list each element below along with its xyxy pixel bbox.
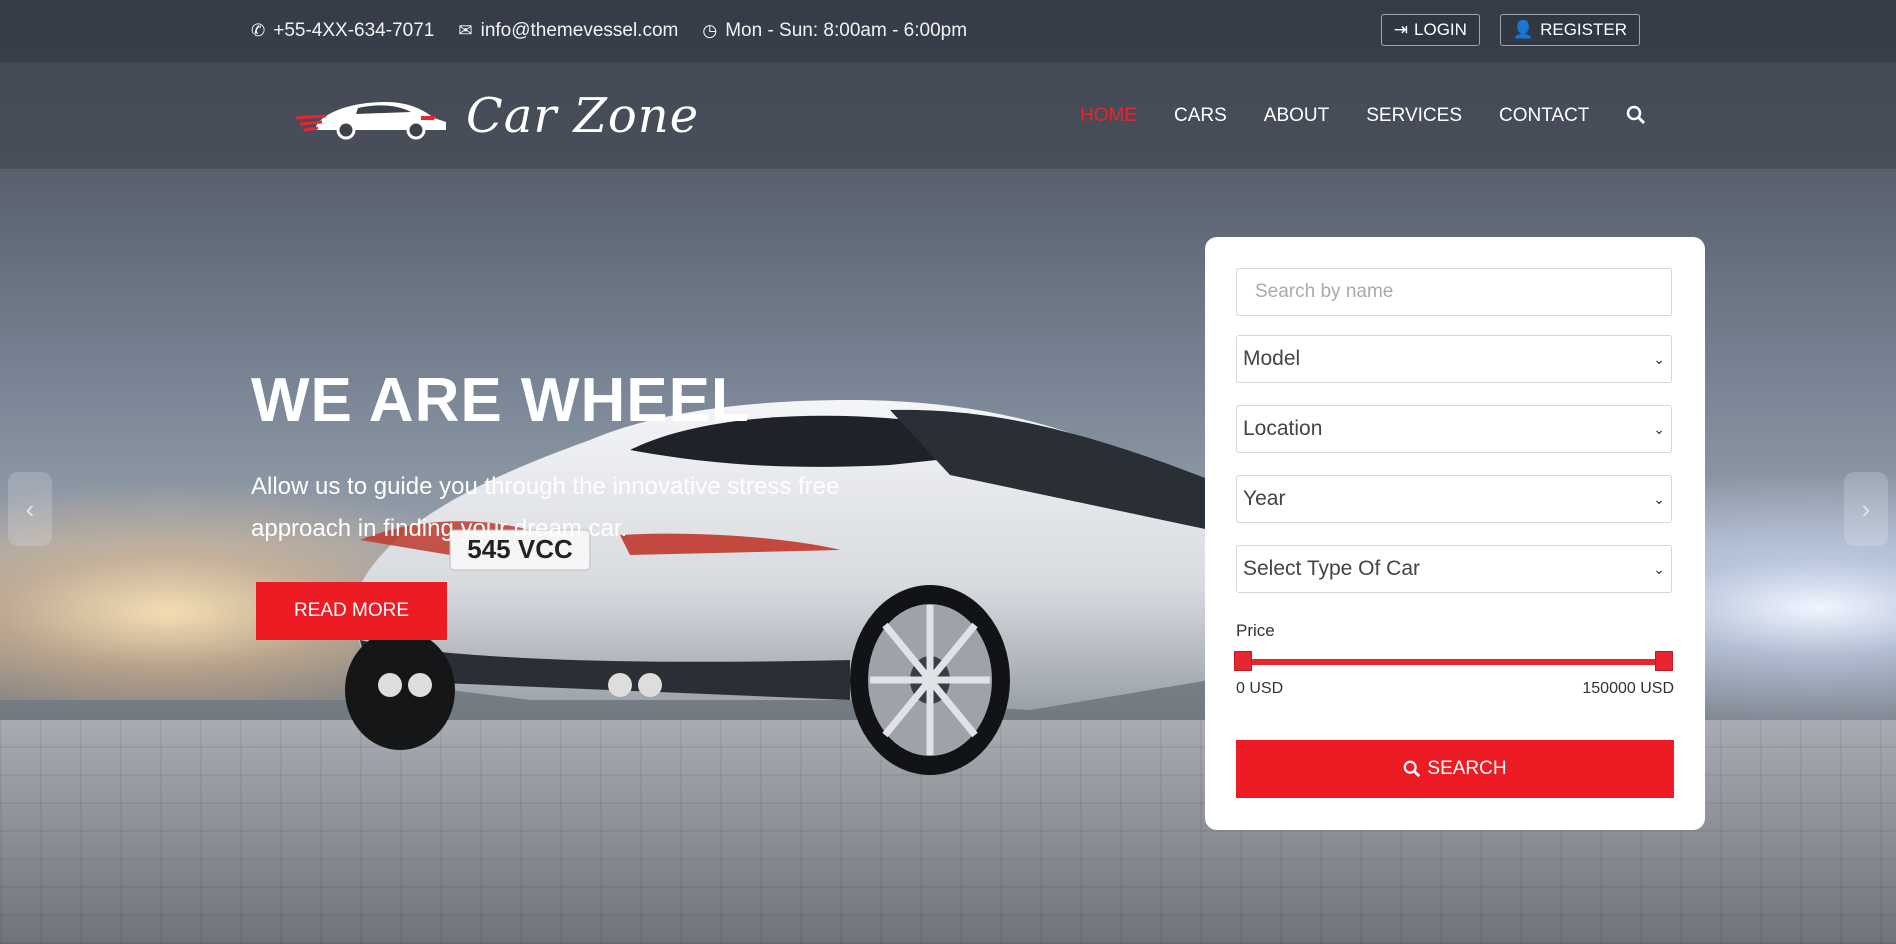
carousel-next-button[interactable]: › bbox=[1844, 472, 1888, 546]
search-button[interactable]: SEARCH bbox=[1236, 740, 1674, 798]
price-max-value: 150000 USD bbox=[1582, 680, 1674, 697]
login-button[interactable]: ⇥ LOGIN bbox=[1380, 14, 1480, 46]
chevron-down-icon: ⌄ bbox=[1653, 490, 1665, 507]
chevron-down-icon: ⌄ bbox=[1653, 350, 1665, 367]
contact-info: ✆ +55-4XX-634-7071 ✉ info@themevessel.co… bbox=[251, 20, 967, 42]
search-button-label: SEARCH bbox=[1427, 758, 1507, 779]
location-select-value: Location bbox=[1243, 417, 1323, 440]
price-min-value: 0 USD bbox=[1236, 680, 1284, 697]
login-label: LOGIN bbox=[1414, 20, 1467, 39]
auth-buttons: ⇥ LOGIN 👤 REGISTER bbox=[1380, 14, 1640, 46]
model-select-value: Model bbox=[1243, 347, 1301, 370]
nav-home[interactable]: HOME bbox=[1080, 105, 1137, 131]
read-more-button[interactable]: READ MORE bbox=[256, 582, 447, 640]
chevron-down-icon: ⌄ bbox=[1653, 420, 1665, 437]
nav-cars[interactable]: CARS bbox=[1174, 105, 1227, 131]
price-min-handle[interactable] bbox=[1234, 651, 1252, 671]
price-max-handle[interactable] bbox=[1655, 651, 1673, 671]
price-label: Price bbox=[1236, 621, 1275, 640]
hours-text: Mon - Sun: 8:00am - 6:00pm bbox=[725, 20, 968, 41]
car-search-panel: Search by name Model ⌄ Location ⌄ Year ⌄… bbox=[1205, 237, 1705, 830]
model-select[interactable]: Model ⌄ bbox=[1236, 335, 1672, 383]
main-header: Car Zone HOME CARS ABOUT SERVICES CONTAC… bbox=[0, 62, 1896, 169]
hero-title: WE ARE WHEEL bbox=[251, 366, 750, 435]
sign-in-icon: ⇥ bbox=[1393, 20, 1409, 39]
search-name-placeholder: Search by name bbox=[1255, 281, 1394, 302]
hero-subtitle: Allow us to guide you through the innova… bbox=[251, 473, 840, 542]
carousel-prev-button[interactable]: ‹ bbox=[8, 472, 52, 546]
phone-icon: ✆ bbox=[251, 21, 266, 40]
year-select-value: Year bbox=[1243, 487, 1286, 510]
search-icon bbox=[1404, 760, 1421, 778]
top-bar: ✆ +55-4XX-634-7071 ✉ info@themevessel.co… bbox=[0, 0, 1896, 63]
email-text: info@themevessel.com bbox=[480, 20, 679, 41]
envelope-icon: ✉ bbox=[458, 21, 473, 40]
register-label: REGISTER bbox=[1540, 20, 1627, 39]
search-icon[interactable] bbox=[1626, 105, 1646, 131]
car-logo-icon bbox=[296, 102, 446, 140]
hero-section: 545 VCC ✆ +55-4XX-634-7071 ✉ info@themev… bbox=[0, 0, 1896, 944]
nav-contact[interactable]: CONTACT bbox=[1499, 105, 1589, 131]
sports-car-image: 545 VCC bbox=[345, 400, 1210, 775]
logo[interactable]: Car Zone bbox=[296, 88, 699, 144]
logo-text: Car Zone bbox=[466, 88, 700, 144]
car-type-select-value: Select Type Of Car bbox=[1243, 557, 1421, 580]
nav-about[interactable]: ABOUT bbox=[1264, 105, 1329, 131]
chevron-down-icon: ⌄ bbox=[1653, 560, 1665, 577]
chevron-right-icon: › bbox=[1861, 493, 1871, 524]
nav-services[interactable]: SERVICES bbox=[1366, 105, 1462, 131]
user-icon: 👤 bbox=[1512, 20, 1535, 39]
chevron-left-icon: ‹ bbox=[25, 493, 35, 524]
search-name-input[interactable]: Search by name bbox=[1236, 268, 1672, 316]
phone-info[interactable]: ✆ +55-4XX-634-7071 bbox=[251, 20, 434, 42]
price-range-slider[interactable] bbox=[1238, 659, 1670, 665]
year-select[interactable]: Year ⌄ bbox=[1236, 475, 1672, 523]
email-info[interactable]: ✉ info@themevessel.com bbox=[458, 20, 678, 42]
main-nav: HOME CARS ABOUT SERVICES CONTACT bbox=[1080, 105, 1646, 131]
hours-info: ◷ Mon - Sun: 8:00am - 6:00pm bbox=[702, 20, 967, 42]
location-select[interactable]: Location ⌄ bbox=[1236, 405, 1672, 453]
car-type-select[interactable]: Select Type Of Car ⌄ bbox=[1236, 545, 1672, 593]
clock-icon: ◷ bbox=[702, 21, 718, 40]
register-button[interactable]: 👤 REGISTER bbox=[1499, 14, 1640, 46]
phone-text: +55-4XX-634-7071 bbox=[273, 20, 435, 41]
